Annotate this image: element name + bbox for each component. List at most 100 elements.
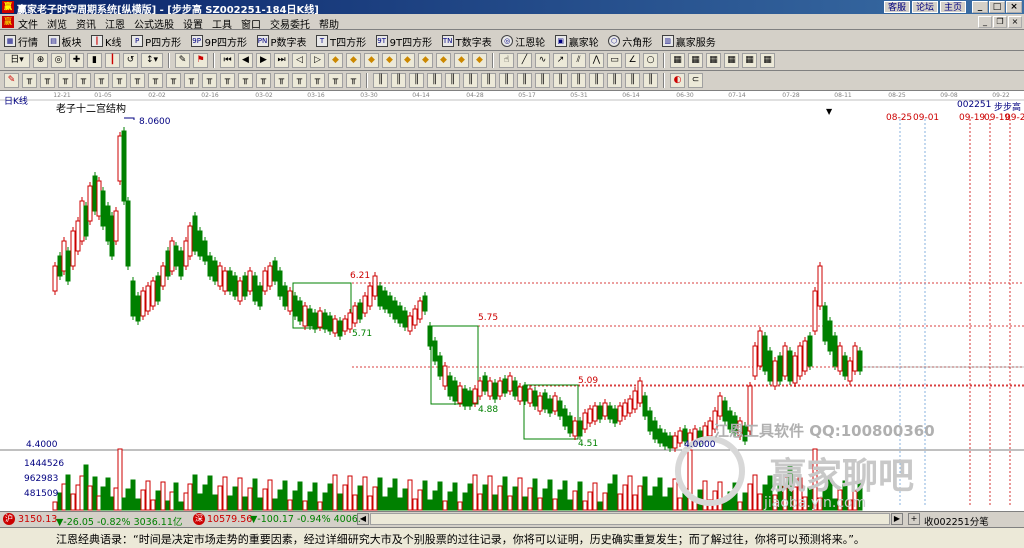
toolbar-hexagon[interactable]: ⬡ 六角形 [608, 32, 652, 50]
gann-10-icon[interactable]: ╥ [184, 73, 199, 88]
channel-icon[interactable]: ⫽ [571, 53, 586, 68]
diamond-8-icon[interactable]: ◆ [454, 53, 469, 68]
forum-link[interactable]: 论坛 [911, 1, 938, 13]
gann-6-icon[interactable]: ╥ [112, 73, 127, 88]
toolbar-winner-wheel[interactable]: ▣ 赢家轮 [554, 32, 599, 50]
gann-12-icon[interactable]: ╥ [220, 73, 235, 88]
left-icon[interactable]: ◁ [292, 53, 307, 68]
diamond-3-icon[interactable]: ◆ [364, 53, 379, 68]
line-icon[interactable]: ╱ [517, 53, 532, 68]
angle-icon[interactable]: ∠ [625, 53, 640, 68]
scroll-zoom-in-icon[interactable]: + [908, 513, 920, 525]
diamond-6-icon[interactable]: ◆ [418, 53, 433, 68]
diamond-4-icon[interactable]: ◆ [382, 53, 397, 68]
pencil-icon[interactable]: ✎ [4, 73, 19, 88]
bars-14-icon[interactable]: ║ [607, 73, 622, 88]
gann-14-icon[interactable]: ╥ [256, 73, 271, 88]
child-close-button[interactable]: × [1008, 16, 1022, 28]
gann-16-icon[interactable]: ╥ [292, 73, 307, 88]
menu-info[interactable]: 资讯 [76, 16, 96, 31]
zoom-in-icon[interactable]: ⊕ [33, 53, 48, 68]
homepage-link[interactable]: 主页 [939, 1, 966, 13]
color-wheel-icon[interactable]: ◐ [670, 73, 685, 88]
bars-15-icon[interactable]: ║ [625, 73, 640, 88]
diamond-1-icon[interactable]: ◆ [328, 53, 343, 68]
gann-19-icon[interactable]: ╥ [346, 73, 361, 88]
gann-3-icon[interactable]: ╥ [58, 73, 73, 88]
candle-icon[interactable]: ┃ [105, 53, 120, 68]
table-3-icon[interactable]: ▦ [706, 53, 721, 68]
gann-18-icon[interactable]: ╥ [328, 73, 343, 88]
menu-file[interactable]: 文件 [18, 16, 38, 31]
menu-window[interactable]: 窗口 [241, 16, 261, 31]
prev-icon[interactable]: ◀ [238, 53, 253, 68]
circle-icon[interactable]: ○ [643, 53, 658, 68]
table-1-icon[interactable]: ▦ [670, 53, 685, 68]
gann-15-icon[interactable]: ╥ [274, 73, 289, 88]
chart-dropdown-icon[interactable]: ▼ [826, 107, 832, 116]
minimize-button[interactable]: _ [972, 1, 988, 13]
shift-icon[interactable]: ↕▾ [141, 53, 163, 68]
bars-12-icon[interactable]: ║ [571, 73, 586, 88]
bar-chart-icon[interactable]: ▮ [87, 53, 102, 68]
bars-7-icon[interactable]: ║ [481, 73, 496, 88]
diamond-9-icon[interactable]: ◆ [472, 53, 487, 68]
close-button[interactable]: × [1006, 1, 1022, 13]
toolbar-kline[interactable]: ┃ K线 [91, 32, 122, 50]
scroll-right-icon[interactable]: ▶ [891, 513, 903, 525]
bars-8-icon[interactable]: ║ [499, 73, 514, 88]
bars-2-icon[interactable]: ║ [391, 73, 406, 88]
toolbar-p-square[interactable]: P P四方形 [131, 32, 181, 50]
menu-settings[interactable]: 设置 [183, 16, 203, 31]
bars-6-icon[interactable]: ║ [463, 73, 478, 88]
table-4-icon[interactable]: ▦ [724, 53, 739, 68]
menu-gann[interactable]: 江恩 [105, 16, 125, 31]
diamond-7-icon[interactable]: ◆ [436, 53, 451, 68]
menu-help[interactable]: 帮助 [319, 16, 339, 31]
bars-16-icon[interactable]: ║ [643, 73, 658, 88]
menu-browse[interactable]: 浏览 [47, 16, 67, 31]
toolbar-9t-square[interactable]: 9T 9T四方形 [375, 32, 432, 50]
bars-1-icon[interactable]: ║ [373, 73, 388, 88]
toolbar-9p-square[interactable]: 9P 9P四方形 [190, 32, 247, 50]
wave-icon[interactable]: ∿ [535, 53, 550, 68]
next-icon[interactable]: ▶ [256, 53, 271, 68]
bars-4-icon[interactable]: ║ [427, 73, 442, 88]
bars-10-icon[interactable]: ║ [535, 73, 550, 88]
flag-icon[interactable]: ⚑ [193, 53, 208, 68]
menu-trade[interactable]: 交易委托 [270, 16, 310, 31]
fan-icon[interactable]: ⋀ [589, 53, 604, 68]
toolbar-t-number-table[interactable]: TN T数字表 [441, 32, 492, 50]
child-restore-button[interactable]: ❐ [993, 16, 1007, 28]
diamond-5-icon[interactable]: ◆ [400, 53, 415, 68]
horizontal-scrollbar[interactable] [370, 513, 890, 525]
bars-13-icon[interactable]: ║ [589, 73, 604, 88]
menu-formula[interactable]: 公式选股 [134, 16, 174, 31]
bars-3-icon[interactable]: ║ [409, 73, 424, 88]
hand-icon[interactable]: ☝ [499, 53, 514, 68]
draw-icon[interactable]: ✎ [175, 53, 190, 68]
bars-9-icon[interactable]: ║ [517, 73, 532, 88]
bars-5-icon[interactable]: ║ [445, 73, 460, 88]
table-5-icon[interactable]: ▦ [742, 53, 757, 68]
app-menu-icon[interactable]: 赢 [2, 16, 14, 28]
right-icon[interactable]: ▷ [310, 53, 325, 68]
crosshair-icon[interactable]: ✚ [69, 53, 84, 68]
gann-1-icon[interactable]: ╥ [22, 73, 37, 88]
gann-7-icon[interactable]: ╥ [130, 73, 145, 88]
first-page-icon[interactable]: ⏮ [220, 53, 235, 68]
scroll-left-icon[interactable]: ◀ [357, 513, 369, 525]
gann-5-icon[interactable]: ╥ [94, 73, 109, 88]
menu-tools[interactable]: 工具 [212, 16, 232, 31]
toolbar-sectors[interactable]: ▤ 板块 [47, 32, 82, 50]
zoom-icon[interactable]: ◎ [51, 53, 66, 68]
gann-2-icon[interactable]: ╥ [40, 73, 55, 88]
maximize-button[interactable]: □ [989, 1, 1005, 13]
last-page-icon[interactable]: ⏭ [274, 53, 289, 68]
toolbar-p-number-table[interactable]: PN P数字表 [256, 32, 307, 50]
arrow-icon[interactable]: ↗ [553, 53, 568, 68]
gann-4-icon[interactable]: ╥ [76, 73, 91, 88]
minute-data-link[interactable]: 收002251分笔 [924, 514, 989, 528]
bars-11-icon[interactable]: ║ [553, 73, 568, 88]
toolbar-gann-wheel[interactable]: ◎ 江恩轮 [501, 32, 545, 50]
